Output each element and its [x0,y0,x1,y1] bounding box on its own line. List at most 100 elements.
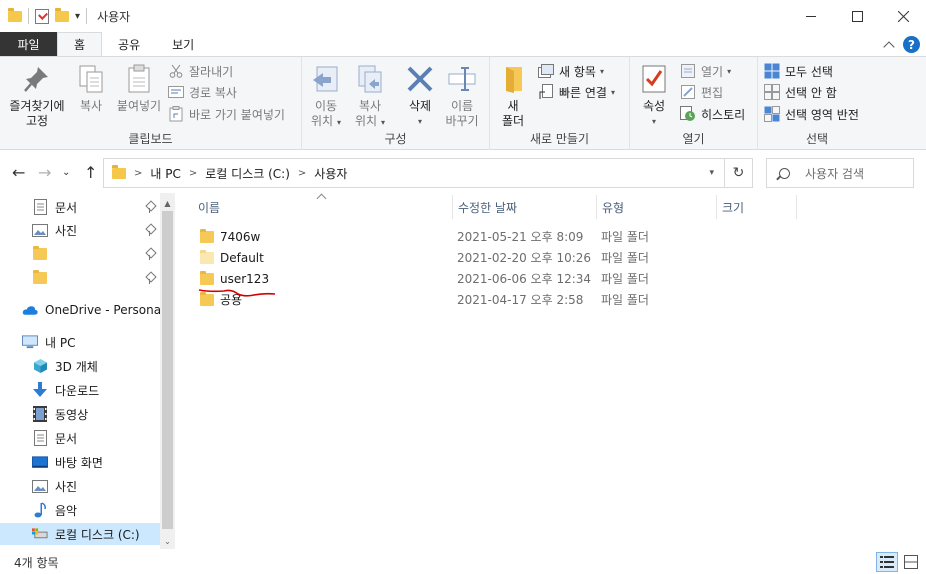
rename-icon [446,63,478,95]
breadcrumb-chevron-icon[interactable]: > [189,168,197,179]
copy-button[interactable]: 복사 [72,63,110,114]
details-view-button[interactable] [876,552,898,572]
column-header-type[interactable]: 유형 [596,193,716,221]
invert-selection-button[interactable]: 선택 영역 반전 [764,104,859,124]
select-all-button[interactable]: 모두 선택 [764,61,833,81]
close-button[interactable] [880,0,926,32]
column-divider[interactable] [796,195,797,219]
sidebar-item-documents[interactable]: 문서 [32,427,77,449]
sidebar-item-desktop[interactable]: 바탕 화면 [32,451,103,473]
help-icon[interactable]: ? [903,36,920,53]
table-row[interactable]: user123 2021-06-06 오후 12:34 파일 폴더 [192,268,812,289]
quick-access-pictures[interactable]: 사진 [32,219,77,241]
title-bar: ▾ 사용자 [0,0,926,32]
sidebar-item-local-disk[interactable]: 로컬 디스크 (C:) [0,523,160,545]
scroll-down-chevron-icon[interactable]: ⌄ [160,533,175,549]
sidebar-item-pictures[interactable]: 사진 [32,475,77,497]
up-arrow-icon[interactable]: ↑ [84,163,97,182]
clipboard-group-label: 클립보드 [128,132,173,146]
folder-icon [200,228,214,243]
navigation-bar: ← → ⌄ ↑ > 내 PC > 로컬 디스크 (C:) > 사용자 ▾ ↻ 사… [0,155,926,191]
minimize-button[interactable] [788,0,834,32]
address-bar[interactable]: > 내 PC > 로컬 디스크 (C:) > 사용자 ▾ [103,158,725,188]
music-icon [32,502,48,518]
forward-arrow-icon[interactable]: → [38,163,51,182]
select-none-icon [764,84,780,100]
paste-button[interactable]: 붙여넣기 [114,63,164,114]
properties-quick-icon[interactable] [35,8,49,24]
rename-button[interactable]: 이름 바꾸기 [442,63,482,129]
copy-icon [75,63,107,95]
new-folder-quick-icon[interactable] [55,7,69,22]
breadcrumb-local-disk[interactable]: 로컬 디스크 (C:) [205,165,290,182]
new-item-icon [538,63,554,79]
pin-to-quick-access-button[interactable]: 즐겨찾기에 고정 [6,63,68,129]
column-header-name[interactable]: 이름 [192,193,452,221]
select-group-label: 선택 [805,132,829,146]
new-folder-button[interactable]: 새 폴더 [498,63,528,129]
pin-icon[interactable] [146,249,154,261]
breadcrumb-chevron-icon[interactable]: > [298,168,306,179]
select-none-button[interactable]: 선택 안 함 [764,82,837,102]
scroll-up-chevron-icon[interactable]: ▲ [160,195,175,211]
quick-access-folder[interactable] [32,267,55,289]
quick-access-documents[interactable]: 문서 [32,196,77,218]
search-icon [779,167,790,179]
table-row[interactable]: 공용 2021-04-17 오후 2:58 파일 폴더 [192,289,812,310]
column-header-size[interactable]: 크기 [716,193,796,221]
table-row[interactable]: Default 2021-02-20 오후 10:26 파일 폴더 [192,247,812,268]
item-count: 4개 항목 [14,555,59,570]
nav-pane-scrollbar[interactable]: ▲ ⌄ [160,193,175,549]
close-icon [897,10,909,22]
new-item-button[interactable]: 새 항목 ▾ [538,61,604,81]
separator [28,8,29,24]
copy-path-button[interactable]: 경로 복사 [168,82,237,102]
tab-share[interactable]: 공유 [102,32,156,56]
move-to-button[interactable]: 이동 위치 ▾ [308,63,344,130]
pin-icon[interactable] [146,202,154,214]
maximize-button[interactable] [834,0,880,32]
clipboard-group: 즐겨찾기에 고정 복사 붙여넣기 잘라내기 경로 복사 바로 가기 붙여넣기 클… [0,57,302,150]
sidebar-item-onedrive[interactable]: OneDrive - Personal [22,299,164,321]
pin-icon[interactable] [146,273,154,285]
paste-shortcut-button[interactable]: 바로 가기 붙여넣기 [168,104,285,124]
back-arrow-icon[interactable]: ← [12,163,25,182]
recent-locations-chevron-icon[interactable]: ⌄ [62,167,70,178]
properties-button[interactable]: 속성 ▾ [638,63,670,129]
quick-access-folder[interactable] [32,243,55,265]
search-input[interactable]: 사용자 검색 [766,158,914,188]
easy-access-button[interactable]: 빠른 연결 ▾ [538,82,615,102]
tab-view[interactable]: 보기 [156,32,210,56]
collapse-ribbon-chevron-icon[interactable] [883,40,895,53]
tab-home[interactable]: 홈 [57,32,103,56]
scrollbar-thumb[interactable] [162,211,173,529]
breadcrumb-this-pc[interactable]: 내 PC [150,165,180,182]
open-button[interactable]: 열기 ▾ [680,61,731,81]
sidebar-item-videos[interactable]: 동영상 [32,403,88,425]
sidebar-item-music[interactable]: 음악 [32,499,77,521]
paste-shortcut-icon [168,106,184,122]
history-button[interactable]: 히스토리 [680,104,745,124]
sidebar-item-this-pc[interactable]: 내 PC [22,331,75,353]
refresh-button[interactable]: ↻ [725,158,753,188]
sidebar-item-downloads[interactable]: 다운로드 [32,379,99,401]
column-header-date-modified[interactable]: 수정한 날짜 [452,193,596,221]
sidebar-item-3d-objects[interactable]: 3D 개체 [32,355,98,377]
copy-to-button[interactable]: 복사 위치 ▾ [352,63,388,130]
pictures-icon [32,222,48,238]
organize-group: 이동 위치 ▾ 복사 위치 ▾ 삭제 ▾ 이름 바꾸기 구성 [302,57,490,150]
address-dropdown-chevron-icon[interactable]: ▾ [709,168,714,178]
breadcrumb-users[interactable]: 사용자 [314,165,347,182]
delete-x-icon [404,63,436,95]
download-icon [32,382,48,398]
delete-button[interactable]: 삭제 ▾ [402,63,438,129]
pin-icon[interactable] [146,225,154,237]
cut-button[interactable]: 잘라내기 [168,61,233,81]
customize-toolbar-chevron-icon[interactable]: ▾ [75,11,80,22]
folder-icon [200,249,214,264]
tab-file[interactable]: 파일 [0,32,57,56]
breadcrumb-chevron-icon[interactable]: > [134,168,142,179]
large-icons-view-button[interactable] [900,552,922,572]
table-row[interactable]: 7406w 2021-05-21 오후 8:09 파일 폴더 [192,226,812,247]
edit-button[interactable]: 편집 [680,82,723,102]
